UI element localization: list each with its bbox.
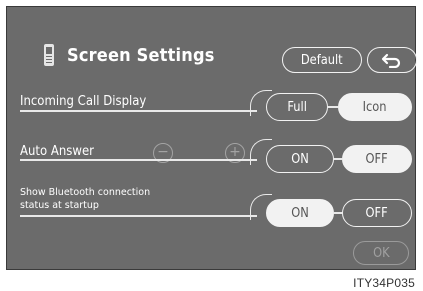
incoming-call-display-label: Incoming Call Display bbox=[20, 94, 147, 109]
bluetooth-off-option[interactable]: OFF bbox=[342, 199, 412, 227]
screen-title: Screen Settings bbox=[67, 45, 215, 66]
row-divider bbox=[20, 159, 257, 161]
back-button[interactable] bbox=[367, 47, 417, 73]
incoming-full-label: Full bbox=[287, 99, 307, 115]
row-divider bbox=[334, 212, 342, 214]
bluetooth-status-label-line2: status at startup bbox=[20, 200, 99, 211]
bluetooth-on-label: ON bbox=[291, 205, 309, 221]
bluetooth-status-label: Show Bluetooth connection status at star… bbox=[20, 186, 201, 212]
row-divider bbox=[20, 215, 257, 217]
minus-icon: − bbox=[157, 144, 169, 160]
incoming-icon-option[interactable]: Icon bbox=[338, 93, 412, 121]
incoming-full-option[interactable]: Full bbox=[266, 93, 328, 121]
auto-answer-off-option[interactable]: OFF bbox=[342, 145, 412, 173]
default-button-label: Default bbox=[301, 52, 343, 68]
bluetooth-status-label-line1: Show Bluetooth connection bbox=[20, 187, 151, 198]
plus-icon: + bbox=[229, 144, 241, 160]
bluetooth-on-option[interactable]: ON bbox=[266, 199, 334, 227]
ok-button-label: OK bbox=[372, 245, 390, 261]
auto-answer-on-option[interactable]: ON bbox=[266, 145, 334, 173]
default-button[interactable]: Default bbox=[282, 47, 362, 73]
ok-button[interactable]: OK bbox=[353, 241, 409, 265]
incoming-icon-label: Icon bbox=[363, 99, 387, 115]
figure-caption: ITY34P035 bbox=[353, 276, 415, 290]
auto-answer-label: Auto Answer bbox=[20, 144, 94, 159]
auto-answer-on-label: ON bbox=[291, 151, 309, 167]
row-divider bbox=[334, 158, 342, 160]
phone-icon bbox=[44, 44, 54, 66]
row-divider bbox=[328, 106, 338, 108]
back-arrow-icon bbox=[381, 53, 401, 68]
screen-settings-panel: Screen Settings Default Incoming Call Di… bbox=[7, 7, 417, 269]
auto-answer-off-label: OFF bbox=[365, 151, 389, 167]
bluetooth-off-label: OFF bbox=[365, 205, 389, 221]
row-divider bbox=[20, 110, 257, 112]
